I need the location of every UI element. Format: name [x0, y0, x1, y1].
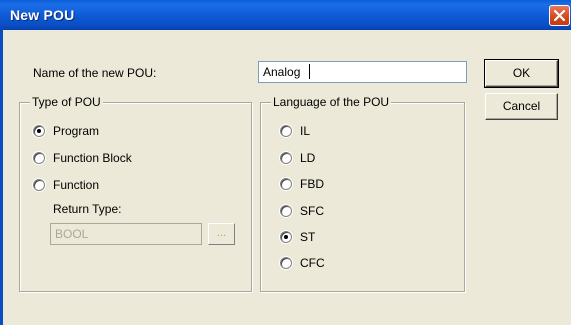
name-label: Name of the new POU:: [33, 66, 157, 80]
return-type-label: Return Type:: [53, 202, 122, 216]
cfc-label[interactable]: CFC: [300, 256, 325, 270]
ok-button[interactable]: OK: [484, 59, 559, 88]
cancel-button[interactable]: Cancel: [485, 93, 558, 120]
fbd-label[interactable]: FBD: [300, 177, 324, 191]
function-radio[interactable]: [33, 179, 45, 191]
function-block-radio[interactable]: [33, 152, 45, 164]
dialog-title: New POU: [10, 7, 75, 23]
st-radio[interactable]: [280, 231, 292, 243]
program-label[interactable]: Program: [53, 124, 99, 138]
sfc-radio[interactable]: [280, 205, 292, 217]
language-of-pou-legend: Language of the POU: [271, 95, 392, 109]
return-type-input: [50, 223, 202, 245]
close-icon: [554, 10, 565, 21]
program-radio[interactable]: [33, 125, 45, 137]
browse-button: ...: [208, 223, 235, 245]
close-button[interactable]: [549, 5, 570, 26]
cfc-radio[interactable]: [280, 257, 292, 269]
il-radio[interactable]: [280, 125, 292, 137]
st-label[interactable]: ST: [300, 230, 315, 244]
pou-name-input[interactable]: [258, 61, 467, 83]
function-block-label[interactable]: Function Block: [53, 151, 132, 165]
type-of-pou-legend: Type of POU: [30, 95, 103, 109]
new-pou-dialog: New POU Name of the new POU: OK Cancel T…: [0, 0, 571, 325]
ld-radio[interactable]: [280, 152, 292, 164]
il-label[interactable]: IL: [300, 124, 310, 138]
text-caret: [309, 64, 310, 79]
sfc-label[interactable]: SFC: [300, 204, 324, 218]
title-bar[interactable]: New POU: [0, 0, 571, 30]
fbd-radio[interactable]: [280, 178, 292, 190]
ld-label[interactable]: LD: [300, 151, 315, 165]
function-label[interactable]: Function: [53, 178, 99, 192]
